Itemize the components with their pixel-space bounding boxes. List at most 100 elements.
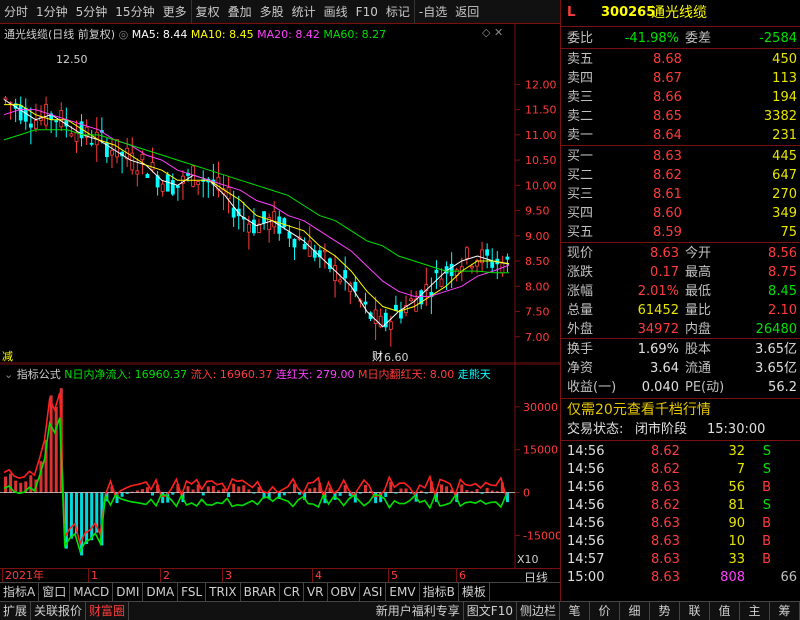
flow-bar — [313, 487, 317, 493]
flow-bar — [201, 492, 205, 496]
fin-label2: PE(动) — [685, 380, 725, 395]
toolbar-item-6[interactable]: 叠加 — [224, 0, 256, 24]
toolbar-item-1[interactable]: 1分钟 — [32, 0, 72, 24]
quote-value2: 8.45 — [768, 284, 797, 299]
candle-body — [59, 110, 64, 128]
bid-row[interactable]: 买一 8.63 445 — [561, 148, 800, 166]
indicator-tab-3[interactable]: DMI — [113, 582, 144, 601]
tick-side: B — [762, 552, 771, 567]
indicator-tab-10[interactable]: OBV — [328, 582, 361, 601]
toolbar-item-3[interactable]: 15分钟 — [111, 0, 158, 24]
ask-volume: 231 — [772, 128, 797, 143]
flow-bar — [171, 492, 175, 495]
extension-tab-1[interactable]: 关联报价 — [31, 602, 87, 620]
indicator-tab-11[interactable]: ASI — [360, 582, 387, 601]
panel-tab-7[interactable]: 筹 — [770, 602, 800, 620]
panel-tab-3[interactable]: 势 — [650, 602, 680, 620]
quote-value: 2.01% — [637, 284, 679, 299]
flow-bar — [54, 406, 58, 493]
toolbar-item-12[interactable]: -自选 — [413, 0, 451, 24]
indicator-tab-12[interactable]: EMV — [386, 582, 420, 601]
extension-tab-2[interactable]: 财富圈 — [86, 602, 130, 620]
sub-chart-bg — [0, 364, 560, 568]
flow-bar — [69, 492, 73, 539]
tick-volume: 56 — [728, 480, 745, 495]
toolbar-item-0[interactable]: 分时 — [0, 0, 32, 24]
toolbar-item-8[interactable]: 统计 — [288, 0, 320, 24]
y-tick-label: 11.00 — [525, 129, 557, 142]
indicator-tab-7[interactable]: BRAR — [241, 582, 281, 601]
ask-row[interactable]: 卖四 8.67 113 — [561, 70, 800, 88]
panel-tab-4[interactable]: 联 — [680, 602, 710, 620]
panel-tab-6[interactable]: 主 — [740, 602, 770, 620]
tail2-label: 熊天 — [468, 368, 491, 381]
ask-row[interactable]: 卖三 8.66 194 — [561, 89, 800, 107]
fin-value: 1.69% — [637, 342, 679, 357]
y-tick-label: 7.00 — [525, 331, 550, 344]
ask-row[interactable]: 卖五 8.68 450 — [561, 51, 800, 69]
indicator-chart[interactable]: 30000 15000 0 -15000 X10 — [0, 364, 560, 568]
extension-tab-0[interactable]: 扩展 — [0, 602, 32, 620]
indicator-name[interactable]: 指标公式 — [17, 368, 61, 381]
panel-tab-5[interactable]: 值 — [710, 602, 740, 620]
indicator-tab-14[interactable]: 模板 — [459, 582, 490, 601]
settings-icon[interactable]: ◎ — [119, 28, 129, 41]
quote-value2: 8.75 — [768, 265, 797, 280]
toolbar-item-7[interactable]: 多股 — [256, 0, 288, 24]
bid-row[interactable]: 买三 8.61 270 — [561, 186, 800, 204]
tick-side: S — [762, 444, 771, 459]
indicator-tab-2[interactable]: MACD — [70, 582, 114, 601]
candle-body — [353, 281, 358, 292]
candle-body — [54, 120, 59, 123]
chevron-down-icon[interactable]: ⌄ — [4, 368, 13, 381]
close-icon[interactable]: ✕ — [494, 26, 503, 39]
candle-body — [135, 170, 140, 175]
flag-label: L — [567, 5, 576, 20]
tick-volume: 808 — [720, 570, 745, 585]
panel-tab-0[interactable]: 笔 — [560, 602, 590, 620]
indicator-tab-5[interactable]: FSL — [178, 582, 207, 601]
indicator-tab-0[interactable]: 指标A — [0, 582, 40, 601]
flow-bar — [384, 492, 388, 497]
indicator-tab-13[interactable]: 指标B — [420, 582, 459, 601]
candle-body — [246, 223, 251, 233]
indicator-tab-9[interactable]: VR — [304, 582, 328, 601]
panel-tab-2[interactable]: 细 — [620, 602, 650, 620]
toolbar-item-4[interactable]: 更多 — [159, 0, 191, 24]
indicator-tab-8[interactable]: CR — [280, 582, 304, 601]
diamond-icon[interactable]: ◇ — [482, 26, 490, 39]
ask-row[interactable]: 卖一 8.64 231 — [561, 127, 800, 145]
tick-row: 14:56 8.63 10 B — [561, 533, 800, 551]
extension-tab-3[interactable]: 新用户福利专享 — [373, 602, 464, 620]
promo-link[interactable]: 仅需20元查看千档行情 — [567, 401, 711, 419]
panel-tab-1[interactable]: 价 — [590, 602, 620, 620]
tick-volume: 7 — [736, 462, 745, 477]
indicator-tab-6[interactable]: TRIX — [206, 582, 241, 601]
candle-body — [338, 279, 343, 283]
quote-label: 现价 — [567, 246, 594, 261]
tail-label: 走 — [457, 368, 469, 381]
flow-bar — [151, 492, 155, 496]
quote-panel: L 300265 通光线缆 委比 -41.98% 委差 -2584 卖五 8.68… — [560, 0, 800, 620]
indicator-tab-4[interactable]: DMA — [143, 582, 179, 601]
ma60-label: MA60: 8.27 — [323, 28, 387, 41]
indicator-tab-1[interactable]: 窗口 — [39, 582, 71, 601]
kline-chart[interactable]: 12.00 11.50 11.00 10.50 10.00 9.50 9.00 8.50 8.0… — [0, 24, 560, 364]
bid-row[interactable]: 买二 8.62 647 — [561, 167, 800, 185]
toolbar-item-9[interactable]: 画线 — [320, 0, 352, 24]
toolbar-item-2[interactable]: 5分钟 — [72, 0, 112, 24]
flow-bar — [222, 488, 226, 493]
extension-tab-5[interactable]: 侧边栏 — [517, 602, 560, 620]
toolbar-item-11[interactable]: 标记 — [382, 0, 414, 24]
candle-body — [333, 265, 337, 281]
toolbar-item-10[interactable]: F10 — [352, 0, 382, 24]
bid-row[interactable]: 买五 8.59 75 — [561, 224, 800, 242]
toolbar-item-5[interactable]: 复权 — [190, 0, 224, 24]
ask-row[interactable]: 卖二 8.65 3382 — [561, 108, 800, 126]
quote-row: 外盘 34972 内盘 26480 — [561, 321, 800, 339]
extension-tab-4[interactable]: 图文F10 — [464, 602, 517, 620]
tick-row: 14:57 8.63 33 B — [561, 551, 800, 569]
toolbar-item-13[interactable]: 返回 — [451, 0, 483, 24]
bid-row[interactable]: 买四 8.60 349 — [561, 205, 800, 223]
quote-row: 总量 61452 量比 2.10 — [561, 302, 800, 320]
